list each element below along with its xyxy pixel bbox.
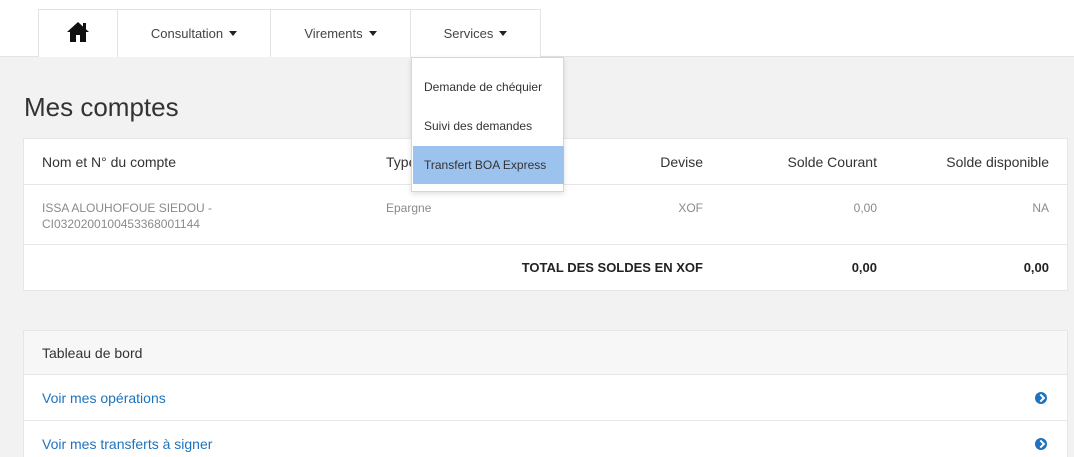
total-label: TOTAL DES SOLDES EN XOF (521, 260, 703, 275)
arrow-circle-right-icon[interactable] (1035, 438, 1047, 450)
account-number: CI0320200100453368001144 (42, 217, 200, 231)
menu-item-demande-chequier[interactable]: Demande de chéquier (413, 68, 564, 106)
nav-consultation-label: Consultation (150, 26, 224, 41)
nav-virements[interactable]: Virements (270, 9, 411, 57)
header-account-name: Nom et N° du compte (42, 154, 176, 170)
dashboard-link-transferts[interactable]: Voir mes transferts à signer (24, 421, 1067, 457)
header-solde-courant: Solde Courant (787, 154, 877, 170)
link-voir-transferts[interactable]: Voir mes transferts à signer (42, 436, 212, 452)
dashboard-link-operations[interactable]: Voir mes opérations (24, 375, 1067, 421)
caret-down-icon (229, 31, 238, 36)
caret-down-icon (368, 31, 377, 36)
home-icon (66, 21, 90, 46)
dashboard-panel: Tableau de bord Voir mes opérations Voir… (23, 330, 1068, 457)
total-solde-courant: 0,00 (851, 260, 877, 275)
total-row: TOTAL DES SOLDES EN XOF 0,00 0,00 (24, 245, 1067, 291)
account-devise: XOF (678, 201, 703, 215)
account-type: Epargne (386, 201, 432, 215)
caret-down-icon (499, 31, 508, 36)
header-solde-disponible: Solde disponible (946, 154, 1049, 170)
table-row[interactable]: ISSA ALOUHOFOUE SIEDOU - CI0320200100453… (24, 185, 1067, 245)
account-solde-disponible: NA (1032, 201, 1049, 215)
home-button[interactable] (38, 9, 118, 57)
link-voir-operations[interactable]: Voir mes opérations (42, 390, 166, 406)
header-devise: Devise (660, 154, 703, 170)
account-name: ISSA ALOUHOFOUE SIEDOU - (42, 201, 213, 215)
menu-item-suivi-demandes[interactable]: Suivi des demandes (413, 107, 564, 145)
top-navbar: Consultation Virements Services (0, 0, 1074, 57)
nav-services[interactable]: Services (410, 9, 541, 57)
total-solde-disponible: 0,00 (1023, 260, 1049, 275)
account-solde-courant: 0,00 (853, 201, 877, 215)
page-title: Mes comptes (24, 92, 179, 122)
dashboard-title: Tableau de bord (42, 345, 143, 361)
nav-consultation[interactable]: Consultation (117, 9, 271, 57)
services-dropdown-menu: Demande de chéquier Suivi des demandes T… (411, 57, 564, 192)
menu-item-transfert-boa-express[interactable]: Transfert BOA Express (413, 146, 564, 184)
nav-virements-label: Virements (304, 26, 363, 41)
arrow-circle-right-icon[interactable] (1035, 392, 1047, 404)
nav-services-label: Services (443, 26, 494, 41)
dashboard-header: Tableau de bord (24, 331, 1067, 375)
